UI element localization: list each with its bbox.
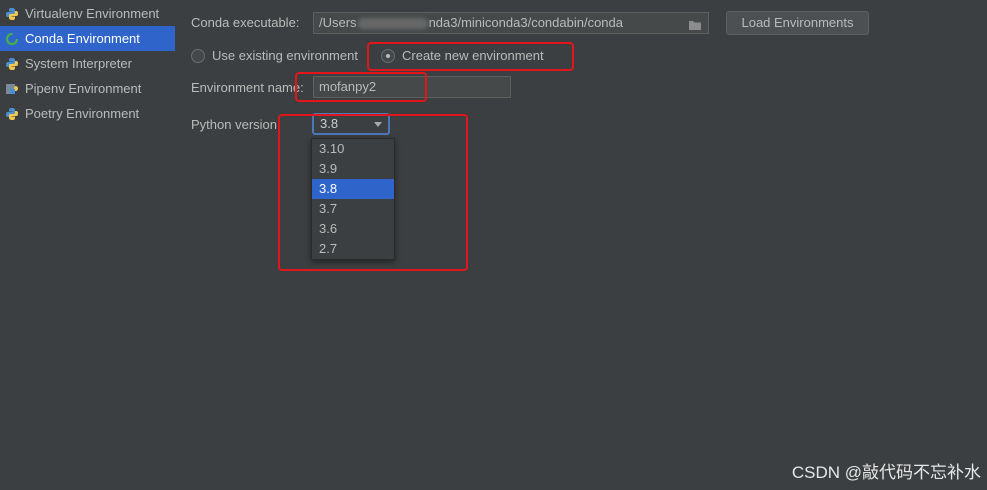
conda-executable-field[interactable]: /Users nda3/miniconda3/condabin/conda (313, 12, 709, 34)
sidebar-item-poetry[interactable]: Poetry Environment (0, 101, 175, 126)
highlight-environment-name (295, 72, 427, 102)
use-existing-radio[interactable] (191, 49, 205, 63)
conda-path-suffix: nda3/miniconda3/condabin/conda (428, 15, 623, 30)
load-environments-button[interactable]: Load Environments (726, 11, 869, 35)
highlight-python-version (278, 114, 468, 271)
sidebar-item-pipenv[interactable]: Pipenv Environment (0, 76, 175, 101)
sidebar-item-label: Conda Environment (25, 31, 140, 46)
python-icon (4, 6, 20, 22)
python-icon (4, 106, 20, 122)
environment-name-label: Environment name: (191, 80, 304, 95)
python-version-label: Python version: (191, 117, 281, 132)
conda-path-prefix: /Users (319, 15, 357, 30)
redacted-path-segment (357, 18, 428, 30)
use-existing-label: Use existing environment (212, 48, 358, 63)
sidebar-item-label: System Interpreter (25, 56, 132, 71)
conda-icon (4, 31, 20, 47)
sidebar-item-label: Pipenv Environment (25, 81, 142, 96)
sidebar-item-system-interpreter[interactable]: System Interpreter (0, 51, 175, 76)
folder-icon[interactable] (688, 17, 702, 30)
python-icon (4, 56, 20, 72)
watermark: CSDN @敲代码不忘补水 (791, 463, 981, 482)
highlight-create-new (367, 42, 574, 71)
sidebar-item-label: Virtualenv Environment (25, 6, 160, 21)
sidebar-item-virtualenv[interactable]: Virtualenv Environment (0, 1, 175, 26)
pipenv-icon (4, 81, 20, 97)
sidebar-item-label: Poetry Environment (25, 106, 140, 121)
sidebar: Virtualenv Environment Conda Environment… (0, 0, 176, 490)
conda-executable-label: Conda executable: (191, 15, 300, 30)
sidebar-item-conda[interactable]: Conda Environment (0, 26, 175, 51)
